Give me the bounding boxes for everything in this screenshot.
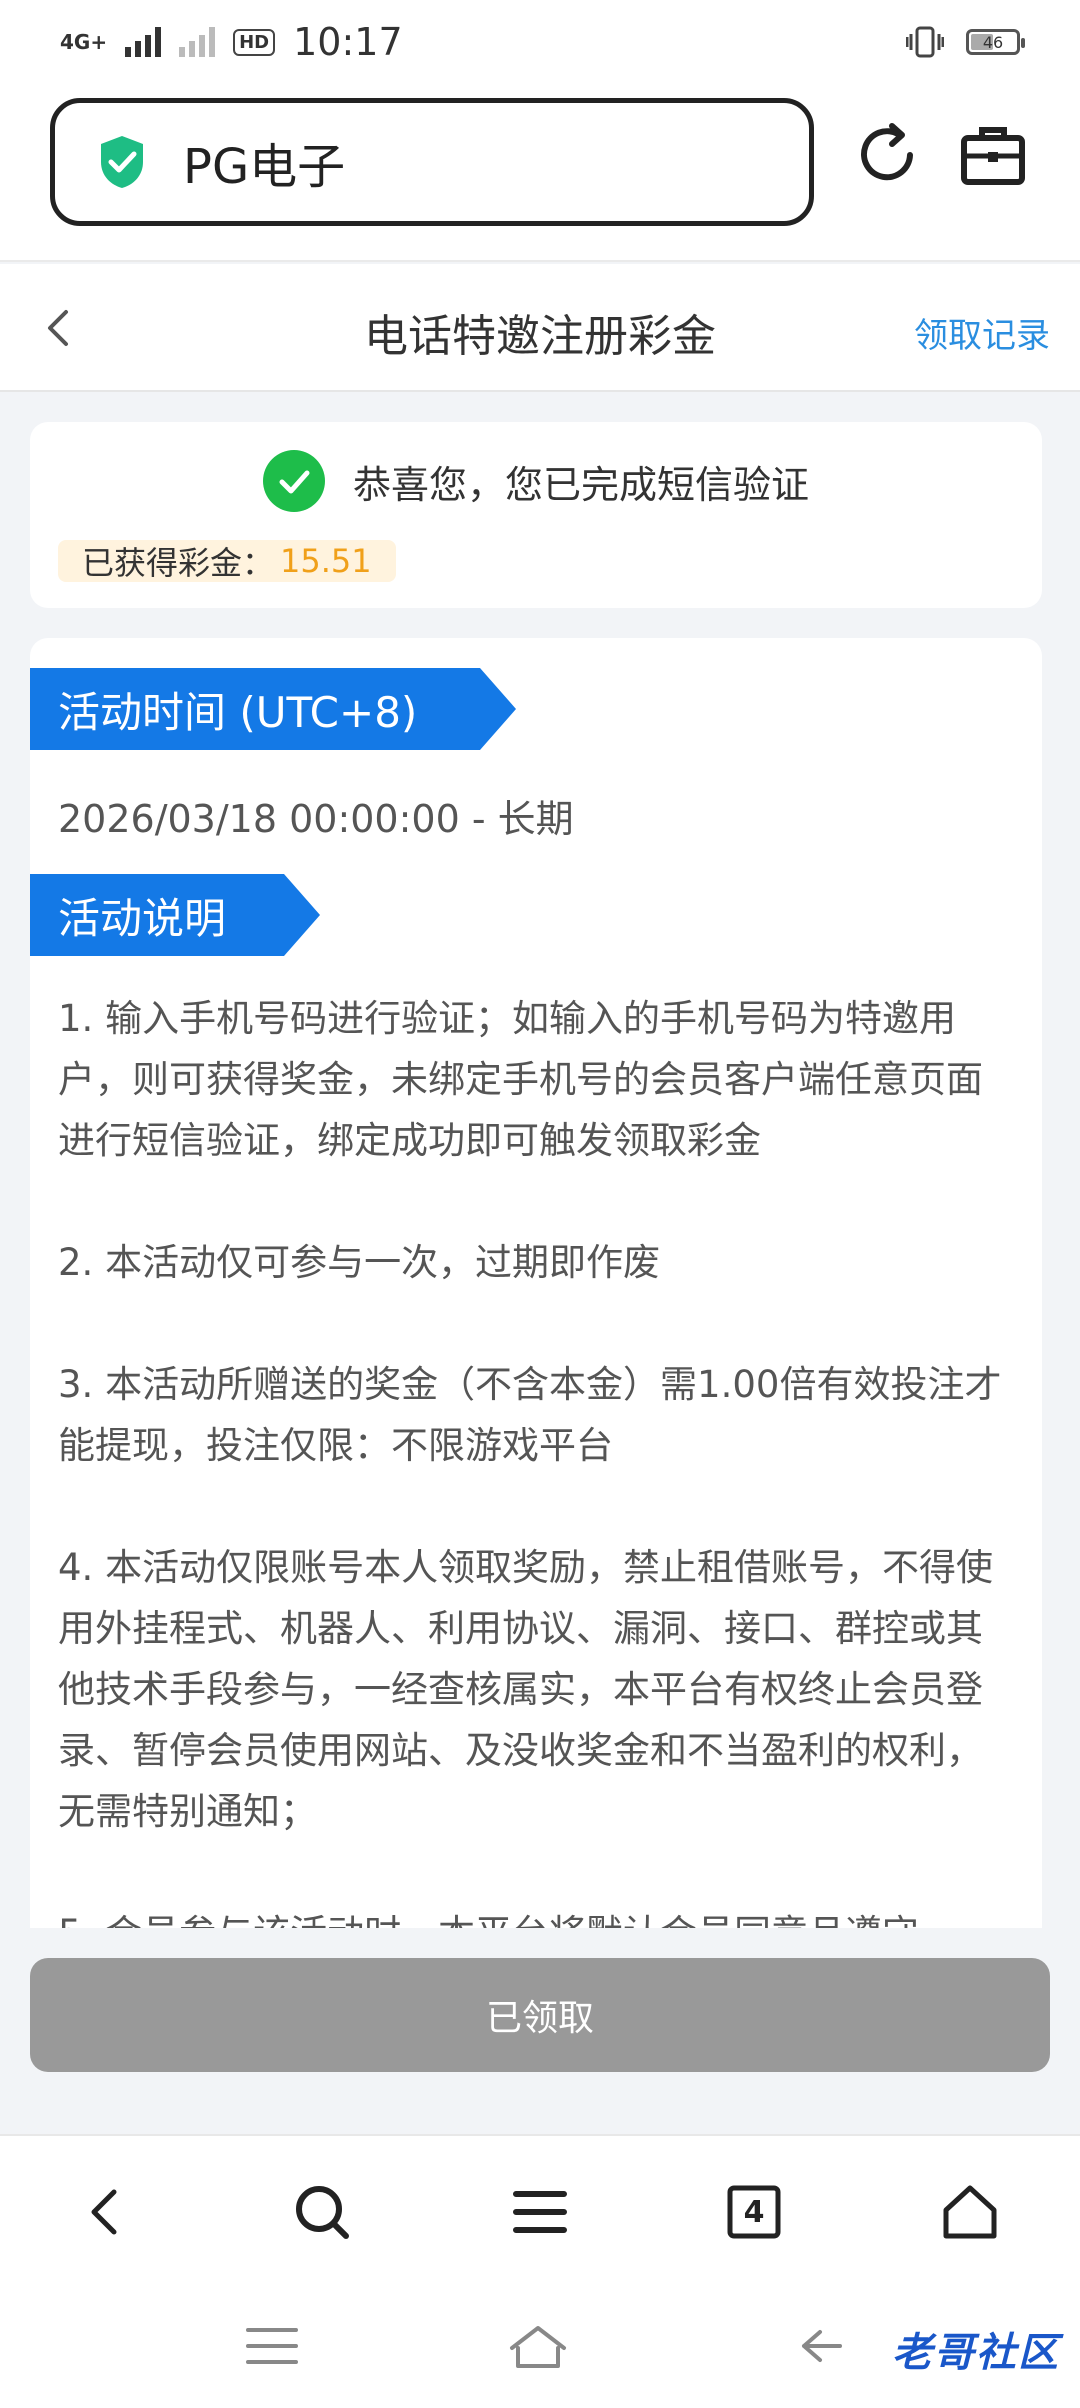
reward-badge: 已获得彩金： 15.51 <box>58 540 396 582</box>
battery-icon: 46 <box>966 29 1025 55</box>
rule-item: 4. 本活动仅限账号本人领取奖励，禁止租借账号，不得使用外挂程式、机器人、利用协… <box>58 1546 994 1833</box>
browser-bottom-nav: 4 <box>0 2134 1080 2284</box>
status-bar: 4G+ HD 10:17 46 <box>0 0 1080 84</box>
system-back-icon[interactable] <box>790 2318 854 2374</box>
success-message: 恭喜您，您已完成短信验证 <box>352 462 809 507</box>
toolbox-icon[interactable] <box>958 120 1028 190</box>
activity-content-card[interactable]: 活动时间 (UTC+8) 2026/03/18 00:00:00 - 长期 活动… <box>30 638 1042 1928</box>
network-type: 4G+ <box>60 30 108 54</box>
success-line: 恭喜您，您已完成短信验证 <box>30 450 1042 512</box>
menu-icon[interactable] <box>508 2180 572 2244</box>
vibrate-icon <box>906 26 944 58</box>
claim-record-link[interactable]: 领取记录 <box>914 308 1050 357</box>
activity-rules: 1. 输入手机号码进行验证；如输入的手机号码为特邀用户，则可获得奖金，未绑定手机… <box>58 988 1018 1928</box>
rule-item: 1. 输入手机号码进行验证；如输入的手机号码为特邀用户，则可获得奖金，未绑定手机… <box>58 997 983 1162</box>
rule-item: 5. 会员参与该活动时，本平台将默认会员同意且遵守 <box>58 1903 1018 1928</box>
signal-icon-secondary <box>179 27 216 57</box>
refresh-icon[interactable] <box>852 120 922 190</box>
reward-value: 15.51 <box>280 542 372 580</box>
rule-item: 3. 本活动所赠送的奖金（不含本金）需1.00倍有效投注才能提现，投注仅限：不限… <box>58 1363 1002 1467</box>
signal-icon <box>125 27 162 57</box>
clock: 10:17 <box>293 20 403 64</box>
reward-label: 已获得彩金： <box>82 544 275 582</box>
home-icon[interactable] <box>938 2180 1002 2244</box>
rule-item: 2. 本活动仅可参与一次，过期即作废 <box>58 1241 661 1284</box>
activity-time-range: 2026/03/18 00:00:00 - 长期 <box>58 797 574 841</box>
browser-back-icon[interactable] <box>74 2180 138 2244</box>
battery-level: 46 <box>982 32 1004 52</box>
browser-toolbar: PG电子 <box>0 84 1080 262</box>
page-header: 电话特邀注册彩金 领取记录 <box>0 264 1080 392</box>
status-right: 46 <box>906 25 1025 59</box>
url-text: PG电子 <box>183 139 346 195</box>
check-circle-icon <box>262 450 325 512</box>
hd-icon: HD <box>233 28 276 56</box>
activity-time-label: 活动时间 (UTC+8) <box>30 668 516 750</box>
search-icon[interactable] <box>290 2180 354 2244</box>
claim-area: 已领取 <box>0 1928 1080 2134</box>
tab-count: 4 <box>743 2194 765 2230</box>
status-left: 4G+ HD 10:17 <box>60 20 403 64</box>
shield-check-icon <box>101 136 143 188</box>
verification-success-card: 恭喜您，您已完成短信验证 已获得彩金： 15.51 <box>30 422 1042 608</box>
recent-apps-icon[interactable] <box>240 2318 304 2374</box>
watermark-logo: 老哥社区 <box>892 2330 1060 2376</box>
system-home-icon[interactable] <box>506 2318 570 2374</box>
claimed-button[interactable]: 已领取 <box>30 1958 1050 2072</box>
address-bar[interactable]: PG电子 <box>50 98 814 226</box>
activity-description-label: 活动说明 <box>30 874 320 956</box>
tabs-button[interactable]: 4 <box>722 2180 786 2244</box>
